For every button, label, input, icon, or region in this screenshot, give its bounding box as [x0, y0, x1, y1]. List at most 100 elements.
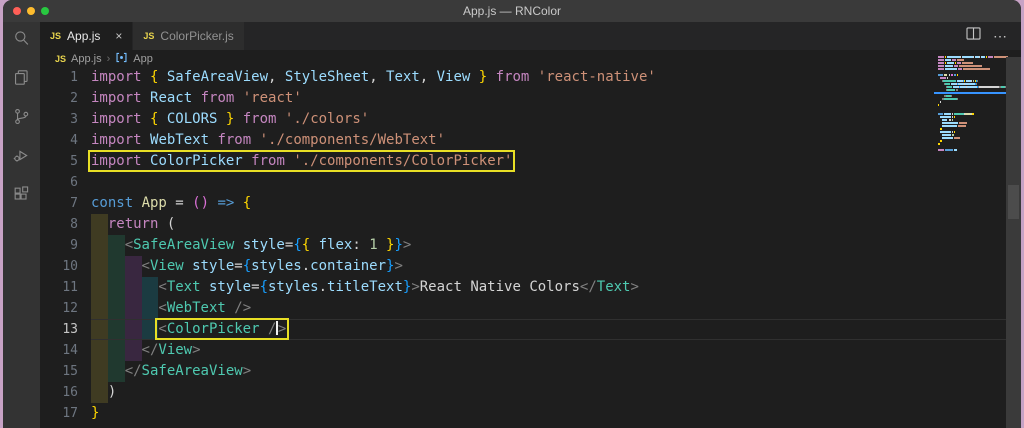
code-line-18[interactable]: 18 — [40, 424, 1006, 428]
run-debug-icon[interactable] — [12, 146, 31, 165]
line-number[interactable]: 4 — [40, 130, 91, 151]
close-window-icon[interactable] — [13, 7, 21, 15]
code-line-7[interactable]: 7 const App = () => { — [40, 193, 1006, 214]
line-number[interactable]: 8 — [40, 214, 91, 235]
line-number[interactable]: 18 — [40, 424, 91, 428]
code-token: < — [141, 258, 150, 274]
code-line-8[interactable]: 8 return ( — [40, 214, 1006, 235]
more-actions-icon[interactable]: ⋯ — [993, 28, 1008, 45]
code-token: Text — [596, 279, 631, 295]
code-text[interactable]: import React from 'react' — [91, 88, 1006, 109]
code-text[interactable]: } — [91, 403, 1006, 424]
code-line-15[interactable]: 15 </SafeAreaView> — [40, 361, 1006, 382]
scrollbar-track[interactable] — [1006, 57, 1021, 428]
minimap-row — [938, 59, 1006, 61]
code-token: View — [436, 69, 471, 85]
minimap-row — [938, 101, 1006, 103]
code-text[interactable]: <Text style={styles.titleText}>React Nat… — [91, 277, 1006, 298]
code-line-2[interactable]: 2 import React from 'react' — [40, 88, 1006, 109]
code-text[interactable] — [91, 424, 1006, 428]
code-text[interactable]: <SafeAreaView style={{ flex: 1 }}> — [91, 235, 1006, 256]
line-number[interactable]: 1 — [40, 67, 91, 88]
source-control-icon[interactable] — [12, 107, 31, 126]
extensions-icon[interactable] — [12, 185, 31, 204]
breadcrumb-symbol[interactable]: App — [133, 53, 153, 65]
code-line-11[interactable]: 11 <Text style={styles.titleText}>React N… — [40, 277, 1006, 298]
line-number[interactable]: 12 — [40, 298, 91, 319]
code-token: } — [394, 237, 403, 253]
line-number[interactable]: 15 — [40, 361, 91, 382]
indent-guide — [91, 277, 108, 298]
code-token: WebText — [150, 132, 218, 148]
code-line-1[interactable]: 1 import { SafeAreaView, StyleSheet, Text… — [40, 67, 1006, 88]
search-icon[interactable] — [12, 29, 31, 48]
code-line-3[interactable]: 3 import { COLORS } from './colors' — [40, 109, 1006, 130]
files-icon[interactable] — [12, 68, 31, 87]
breadcrumb-file[interactable]: App.js — [71, 53, 102, 65]
code-token: , — [268, 69, 285, 85]
code-text[interactable]: <ColorPicker / > — [91, 318, 1006, 340]
code-line-13[interactable]: 13 <ColorPicker / > — [40, 318, 1006, 340]
code-text[interactable]: import ColorPicker from './components/Co… — [87, 150, 1006, 172]
code-line-12[interactable]: 12 <WebText /> — [40, 298, 1006, 319]
scrollbar-thumb[interactable] — [1008, 185, 1019, 219]
code-line-17[interactable]: 17} — [40, 403, 1006, 424]
code-text[interactable]: const App = () => { — [91, 193, 1006, 214]
code-text[interactable]: <View style={styles.container}> — [91, 256, 1006, 277]
line-number[interactable]: 6 — [40, 172, 91, 193]
code-token: < — [158, 321, 167, 337]
tab-label: ColorPicker.js — [160, 29, 234, 43]
line-number[interactable]: 11 — [40, 277, 91, 298]
indent-guide — [107, 298, 125, 319]
line-number[interactable]: 5 — [40, 151, 91, 172]
close-tab-icon[interactable]: × — [115, 29, 122, 43]
minimap[interactable] — [934, 56, 1009, 186]
minimize-window-icon[interactable] — [27, 7, 35, 15]
code-token: App — [141, 195, 176, 211]
zoom-window-icon[interactable] — [41, 7, 49, 15]
minimap-row — [938, 134, 1006, 136]
code-text[interactable]: </View> — [91, 340, 1006, 361]
line-number[interactable]: 9 — [40, 235, 91, 256]
code-token: ( — [166, 216, 176, 232]
code-text[interactable]: import { SafeAreaView, StyleSheet, Text,… — [91, 67, 1006, 88]
code-text[interactable] — [91, 172, 1006, 193]
editor-actions: ⋯ — [966, 22, 1021, 50]
code-line-4[interactable]: 4 import WebText from './components/WebTe… — [40, 130, 1006, 151]
code-line-14[interactable]: 14 </View> — [40, 340, 1006, 361]
line-number[interactable]: 16 — [40, 382, 91, 403]
code-editor[interactable]: 1 import { SafeAreaView, StyleSheet, Text… — [40, 67, 1006, 428]
line-number[interactable]: 13 — [40, 319, 91, 340]
minimap-row — [938, 122, 1006, 124]
minimap-row — [938, 98, 1006, 100]
line-number[interactable]: 17 — [40, 403, 91, 424]
code-token: , — [369, 69, 387, 85]
code-token: from — [251, 153, 294, 169]
code-text[interactable]: <WebText /> — [91, 298, 1006, 319]
code-text[interactable]: import { COLORS } from './colors' — [91, 109, 1006, 130]
code-token: > — [394, 258, 403, 274]
code-text[interactable]: return ( — [91, 214, 1006, 235]
tab-colorpickerjs[interactable]: JS ColorPicker.js — [133, 22, 244, 50]
title-bar[interactable]: App.js — RNColor — [3, 0, 1021, 22]
split-editor-icon[interactable] — [966, 27, 981, 45]
code-text[interactable]: ) — [91, 382, 1006, 403]
line-number[interactable]: 2 — [40, 88, 91, 109]
tab-appjs[interactable]: JS App.js × — [40, 22, 133, 50]
line-number[interactable]: 10 — [40, 256, 91, 277]
code-text[interactable]: </SafeAreaView> — [91, 361, 1006, 382]
code-token: </ — [579, 279, 597, 295]
code-line-5[interactable]: 5 import ColorPicker from './components/C… — [40, 150, 1006, 172]
code-line-9[interactable]: 9 <SafeAreaView style={{ flex: 1 }}> — [40, 235, 1006, 256]
line-number[interactable]: 7 — [40, 193, 91, 214]
line-number[interactable]: 3 — [40, 109, 91, 130]
code-line-10[interactable]: 10 <View style={styles.container}> — [40, 256, 1006, 277]
code-token: styles — [251, 258, 302, 274]
code-text[interactable]: import WebText from './components/WebTex… — [91, 130, 1006, 151]
code-line-16[interactable]: 16) — [40, 382, 1006, 403]
code-line-6[interactable]: 6 — [40, 172, 1006, 193]
code-token: ColorPicker — [166, 321, 260, 337]
line-number[interactable]: 14 — [40, 340, 91, 361]
minimap-row — [938, 80, 1006, 82]
